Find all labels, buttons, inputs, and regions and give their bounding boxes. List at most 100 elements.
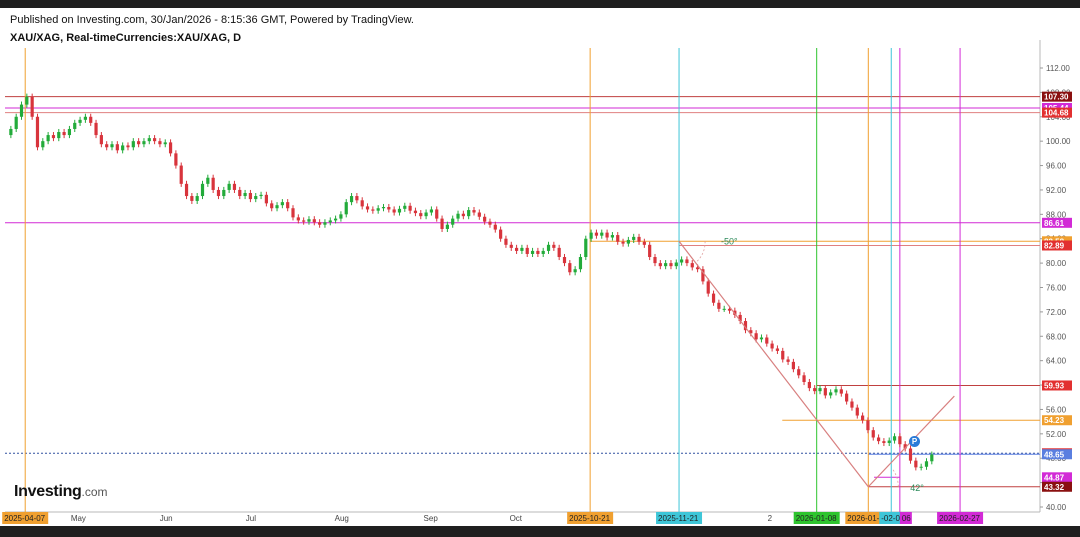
angle-annotation-up: 42° <box>910 483 924 493</box>
candle-body <box>227 183 231 190</box>
candle-body <box>158 141 162 145</box>
candle-body <box>435 209 439 219</box>
candle-body <box>270 203 274 209</box>
y-tick-label: 64.00 <box>1046 357 1067 366</box>
candle-body <box>302 220 306 222</box>
candle-body <box>839 389 843 394</box>
candle-body <box>424 212 428 217</box>
candle-body <box>706 281 710 294</box>
x-month-label: Jul <box>246 514 256 523</box>
candle-body <box>781 350 785 360</box>
candle-body <box>355 196 359 201</box>
candle-body <box>578 257 583 270</box>
candle-body <box>216 189 221 197</box>
candle-body <box>669 263 673 267</box>
candle-body <box>254 196 258 200</box>
candle-body <box>440 218 444 229</box>
y-tick-label: 100.00 <box>1046 137 1071 146</box>
candle-body <box>344 202 348 215</box>
candle-body <box>429 209 434 213</box>
x-month-label: Aug <box>335 514 349 523</box>
date-badge-label: 2026-02-27 <box>939 514 980 523</box>
candle-body <box>791 361 796 370</box>
candle-body <box>514 247 519 251</box>
candle-body <box>616 235 620 242</box>
candle-body <box>882 441 886 443</box>
candle-body <box>89 116 93 123</box>
candle-body <box>397 208 402 213</box>
candle-body <box>855 407 859 416</box>
price-chart[interactable]: 112.00108.00104.00100.0096.0092.0088.008… <box>0 0 1080 526</box>
candle-body <box>850 401 854 408</box>
candle-body <box>626 239 630 244</box>
candle-body <box>296 217 300 221</box>
candle-body <box>493 224 497 230</box>
y-tick-label: 112.00 <box>1046 64 1070 73</box>
candle-body <box>823 388 827 396</box>
candle-body <box>914 460 918 468</box>
candle-body <box>711 293 716 303</box>
price-badge-label: 104.68 <box>1044 109 1069 118</box>
candle-body <box>248 192 253 200</box>
candle-body <box>546 244 551 251</box>
investing-logo: Investing.com <box>14 483 108 501</box>
candle-body <box>520 247 524 251</box>
y-tick-label: 56.00 <box>1046 405 1067 414</box>
candle-body <box>25 96 29 105</box>
candle-body <box>110 144 114 148</box>
date-badge-label: 06 <box>902 514 911 523</box>
candle-body <box>312 219 316 223</box>
candle-body <box>403 205 407 209</box>
candle-body <box>477 212 481 217</box>
candle-body <box>605 232 609 238</box>
candle-body <box>67 128 72 136</box>
candle-body <box>131 141 135 148</box>
candle-body <box>163 142 167 145</box>
candle-body <box>243 192 247 197</box>
candle-body <box>876 437 881 442</box>
candle-body <box>685 259 689 264</box>
candle-body <box>759 337 764 340</box>
candle-body <box>275 205 279 209</box>
candle-body <box>919 466 923 468</box>
candle-body <box>594 232 599 236</box>
candle-body <box>371 209 375 211</box>
candle-body <box>179 165 183 184</box>
bottom-bar <box>0 526 1080 537</box>
candle-body <box>674 262 678 267</box>
logo-brand: Investing <box>14 483 82 500</box>
candle-body <box>664 263 668 267</box>
candle-body <box>451 218 455 225</box>
candle-body <box>770 343 774 349</box>
candle-body <box>658 263 662 267</box>
price-badge-label: 54.23 <box>1044 416 1065 425</box>
candle-body <box>530 250 535 254</box>
x-month-label: Jun <box>160 514 173 523</box>
candle-body <box>765 337 769 344</box>
candle-body <box>291 208 295 218</box>
candle-body <box>83 116 87 120</box>
y-tick-label: 96.00 <box>1046 162 1067 171</box>
candle-body <box>610 235 615 238</box>
candle-body <box>94 122 98 136</box>
y-tick-label: 68.00 <box>1046 332 1067 341</box>
candle-body <box>754 333 758 340</box>
candle-body <box>184 183 189 197</box>
candle-body <box>488 221 492 225</box>
candle-body <box>642 241 646 245</box>
candle-body <box>557 247 561 258</box>
date-badge-label: 2025-11-21 <box>658 514 699 523</box>
candle-body <box>360 200 364 207</box>
candle-body <box>680 259 684 263</box>
candle-body <box>871 430 875 438</box>
x-month-label: Sep <box>424 514 439 523</box>
candle-body <box>648 244 652 258</box>
candle-body <box>834 389 838 393</box>
candle-body <box>562 257 567 264</box>
candle-body <box>78 119 82 123</box>
candle-body <box>323 222 327 225</box>
candle-body <box>14 116 18 129</box>
p-marker-badge[interactable]: P <box>909 436 920 447</box>
candle-body <box>126 145 130 148</box>
angle-annotation-down: -50° <box>721 236 738 246</box>
